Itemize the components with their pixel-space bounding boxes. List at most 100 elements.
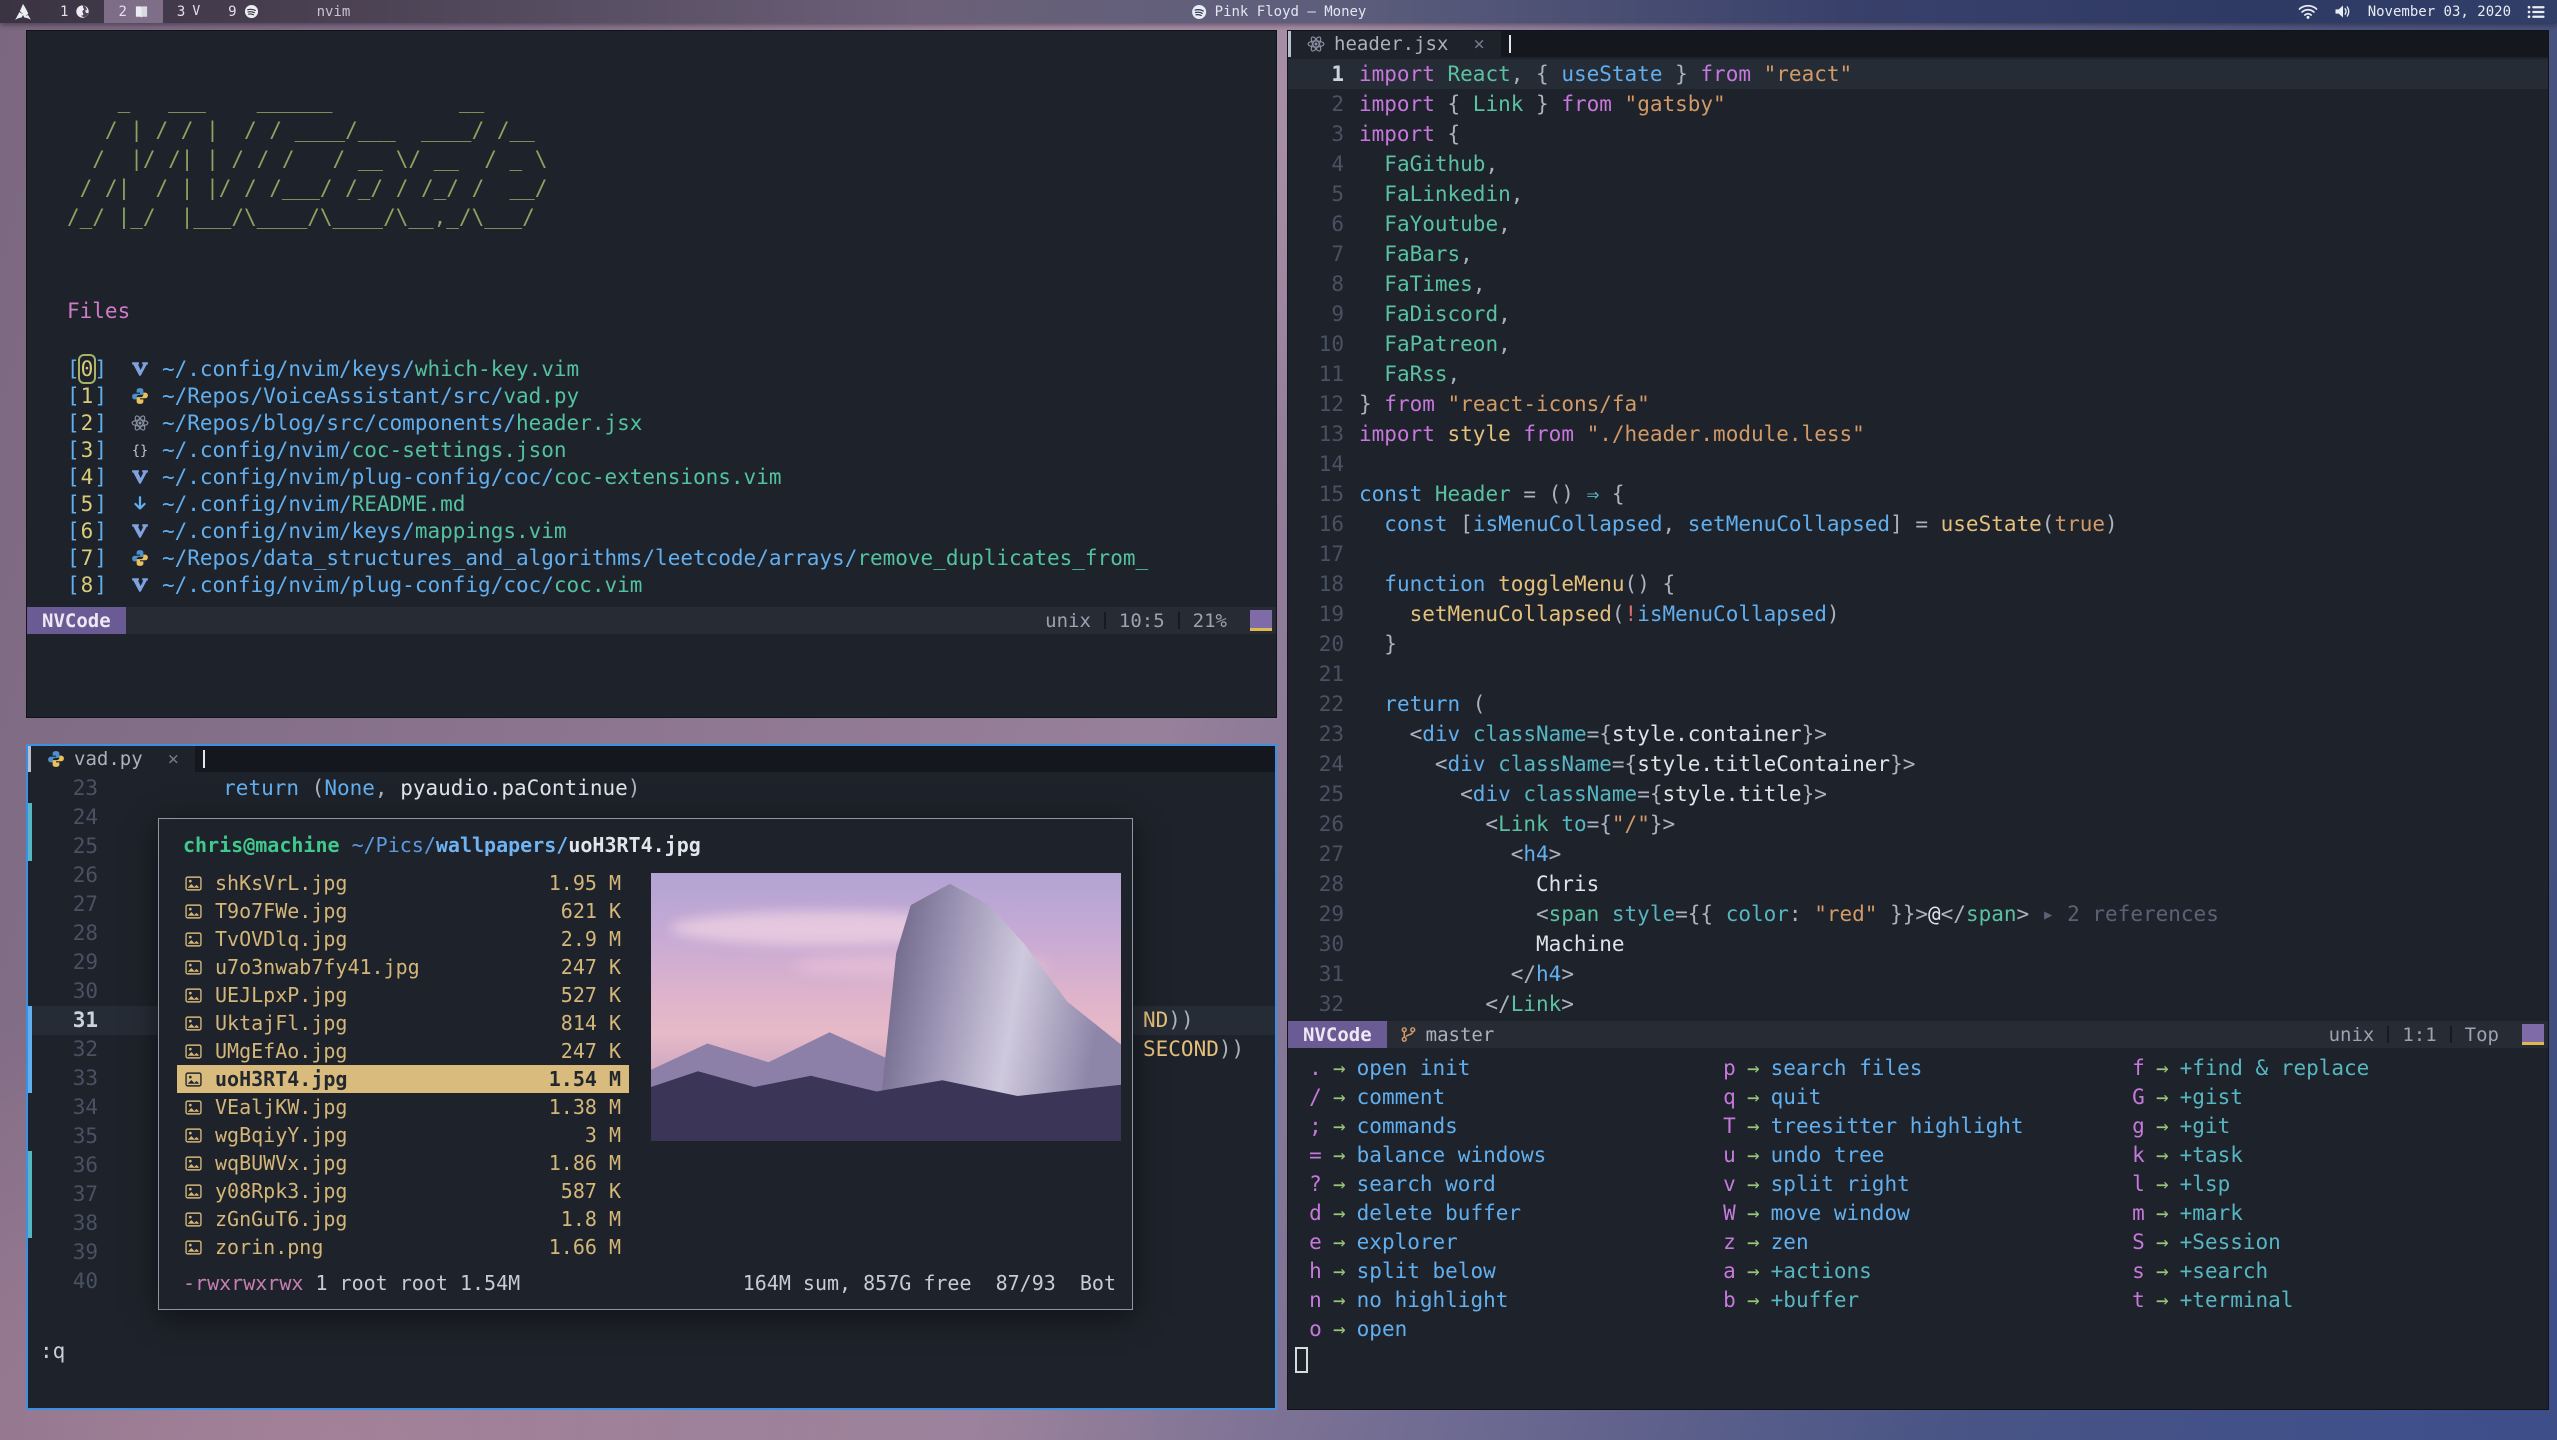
code-text: return (None, pyaudio.paContinue) <box>122 774 640 803</box>
code-token: > <box>1561 992 1574 1016</box>
volume-icon[interactable] <box>2334 4 2352 19</box>
code-token: }> <box>1890 752 1915 776</box>
file-entry[interactable]: y08Rpk3.jpg587 K <box>177 1177 629 1205</box>
code-token <box>1435 62 1448 86</box>
code-token: Header <box>1435 482 1511 506</box>
recent-file-item[interactable]: [3]{}~/.config/nvim/coc-settings.json <box>67 436 1268 463</box>
recent-file-item[interactable]: [1]~/Repos/VoiceAssistant/src/vad.py <box>67 382 1268 409</box>
close-icon[interactable]: × <box>1473 33 1484 55</box>
whichkey-binding[interactable]: t→+terminal <box>2132 1285 2293 1314</box>
index-bracket: [ <box>67 546 80 570</box>
code-token: from <box>1700 62 1751 86</box>
whichkey-binding[interactable]: T→treesitter highlight <box>1723 1111 2024 1140</box>
index-bracket: [ <box>67 411 80 435</box>
code-text: <div className={style.titleContainer}> <box>1359 749 1915 779</box>
whichkey-key: g <box>2132 1114 2145 1138</box>
whichkey-binding[interactable]: G→+gist <box>2132 1082 2243 1111</box>
code-line: 31 </h4> <box>1288 959 2548 989</box>
whichkey-binding[interactable]: =→balance windows <box>1309 1140 1546 1169</box>
user-host: chris@machine <box>183 833 340 857</box>
whichkey-binding[interactable]: n→no highlight <box>1309 1285 1508 1314</box>
whichkey-binding[interactable]: ?→search word <box>1309 1169 1496 1198</box>
line-number: 36 <box>28 1151 98 1180</box>
wifi-icon[interactable] <box>2298 4 2318 19</box>
code-token: return <box>1384 692 1460 716</box>
whichkey-binding[interactable]: m→+mark <box>2132 1198 2243 1227</box>
recent-file-item[interactable]: [2]~/Repos/blog/src/components/header.js… <box>67 409 1268 436</box>
file-entry[interactable]: T9o7FWe.jpg621 K <box>177 897 629 925</box>
whichkey-binding[interactable]: h→split below <box>1309 1256 1496 1285</box>
whichkey-key: d <box>1309 1201 1322 1225</box>
code-token: h4 <box>1536 962 1561 986</box>
whichkey-binding[interactable]: p→search files <box>1723 1053 1922 1082</box>
code-token: ={ <box>1612 752 1637 776</box>
file-entry[interactable]: UMgEfAo.jpg247 K <box>177 1037 629 1065</box>
recent-file-item[interactable]: [5]~/.config/nvim/README.md <box>67 490 1268 517</box>
cursor-position: 10:5 <box>1119 610 1165 632</box>
whichkey-binding[interactable]: b→+buffer <box>1723 1285 1859 1314</box>
file-entry[interactable]: UEJLpxP.jpg527 K <box>177 981 629 1009</box>
file-entry[interactable]: wgBqiyY.jpg3 M <box>177 1121 629 1149</box>
whichkey-binding[interactable]: f→+find & replace <box>2132 1053 2369 1082</box>
whichkey-binding[interactable]: q→quit <box>1723 1082 1821 1111</box>
recent-file-item[interactable]: [0]~/.config/nvim/keys/which-key.vim <box>67 355 1268 382</box>
file-entry[interactable]: VEaljKW.jpg1.38 M <box>177 1093 629 1121</box>
command-line[interactable]: :q <box>40 1339 65 1363</box>
file-entry[interactable]: UktajFl.jpg814 K <box>177 1009 629 1037</box>
whichkey-row: h→split below a→+actions s→+search <box>1288 1256 2548 1285</box>
recent-file-item[interactable]: [4]~/.config/nvim/plug-config/coc/coc-ex… <box>67 463 1268 490</box>
code-token: < <box>1359 722 1422 746</box>
close-icon[interactable]: × <box>168 748 179 770</box>
tab-header-jsx[interactable]: header.jsx × <box>1291 31 1501 57</box>
file-entry[interactable]: shKsVrL.jpg1.95 M <box>177 869 629 897</box>
whichkey-binding[interactable]: /→comment <box>1309 1082 1445 1111</box>
file-entry[interactable]: u7o3nwab7fy41.jpg247 K <box>177 953 629 981</box>
whichkey-binding[interactable]: u→undo tree <box>1723 1140 1884 1169</box>
file-entry[interactable]: uoH3RT4.jpg1.54 M <box>177 1065 629 1093</box>
whichkey-binding[interactable]: d→delete buffer <box>1309 1198 1521 1227</box>
now-playing[interactable]: Pink Floyd – Money <box>1191 4 1367 20</box>
whichkey-binding[interactable]: ;→commands <box>1309 1111 1458 1140</box>
whichkey-binding[interactable]: W→move window <box>1723 1198 1910 1227</box>
whichkey-binding[interactable]: g→+git <box>2132 1111 2230 1140</box>
tabline-cursor <box>203 750 205 768</box>
whichkey-binding[interactable]: v→split right <box>1723 1169 1910 1198</box>
filetype-vim-icon <box>131 360 149 378</box>
workspace-1[interactable]: 1 <box>46 0 104 23</box>
code-text: const [isMenuCollapsed, setMenuCollapsed… <box>1359 509 2118 539</box>
arrow-right-icon: → <box>1747 1172 1760 1196</box>
file-entry[interactable]: zorin.png1.66 M <box>177 1233 629 1261</box>
workspace-2[interactable]: 2 <box>104 0 162 23</box>
tab-label: vad.py <box>74 748 143 770</box>
code-token: [ <box>1448 512 1473 536</box>
file-entry[interactable]: TvOVDlq.jpg2.9 M <box>177 925 629 953</box>
code-token: "react-icons/fa" <box>1448 392 1650 416</box>
file-format: unix <box>1045 610 1091 632</box>
recent-file-item[interactable]: [6]~/.config/nvim/keys/mappings.vim <box>67 517 1268 544</box>
line-number: 24 <box>1288 749 1344 779</box>
whichkey-binding[interactable]: a→+actions <box>1723 1256 1872 1285</box>
whichkey-binding[interactable]: e→explorer <box>1309 1227 1458 1256</box>
file-entry[interactable]: wqBUWVx.jpg1.86 M <box>177 1149 629 1177</box>
file-permissions: -rwxrwxrwx <box>183 1271 303 1295</box>
menu-icon[interactable] <box>2527 5 2545 19</box>
workspace-9[interactable]: 9 <box>214 0 272 23</box>
whichkey-binding[interactable]: S→+Session <box>2132 1227 2281 1256</box>
whichkey-binding[interactable]: k→+task <box>2132 1140 2243 1169</box>
file-entry[interactable]: zGnGuT6.jpg1.8 M <box>177 1205 629 1233</box>
whichkey-binding[interactable]: l→+lsp <box>2132 1169 2230 1198</box>
file-entry-name: wqBUWVx.jpg <box>215 1151 549 1175</box>
whichkey-binding[interactable]: s→+search <box>2132 1256 2268 1285</box>
code-token <box>1435 392 1448 416</box>
index-number: 8 <box>81 573 94 597</box>
line-number: 27 <box>28 890 98 919</box>
recent-file-item[interactable]: [8]~/.config/nvim/plug-config/coc/coc.vi… <box>67 571 1268 598</box>
whichkey-binding[interactable]: z→zen <box>1723 1227 1809 1256</box>
code-buffer[interactable]: 1import React, { useState } from "react"… <box>1288 59 2548 1019</box>
whichkey-binding[interactable]: .→open init <box>1309 1053 1470 1082</box>
tab-vad-py[interactable]: vad.py × <box>31 746 195 772</box>
files-section-title: Files <box>67 299 130 323</box>
whichkey-binding[interactable]: o→open <box>1309 1314 1407 1343</box>
recent-file-item[interactable]: [7]~/Repos/data_structures_and_algorithm… <box>67 544 1268 571</box>
workspace-3[interactable]: 3V <box>163 0 214 23</box>
